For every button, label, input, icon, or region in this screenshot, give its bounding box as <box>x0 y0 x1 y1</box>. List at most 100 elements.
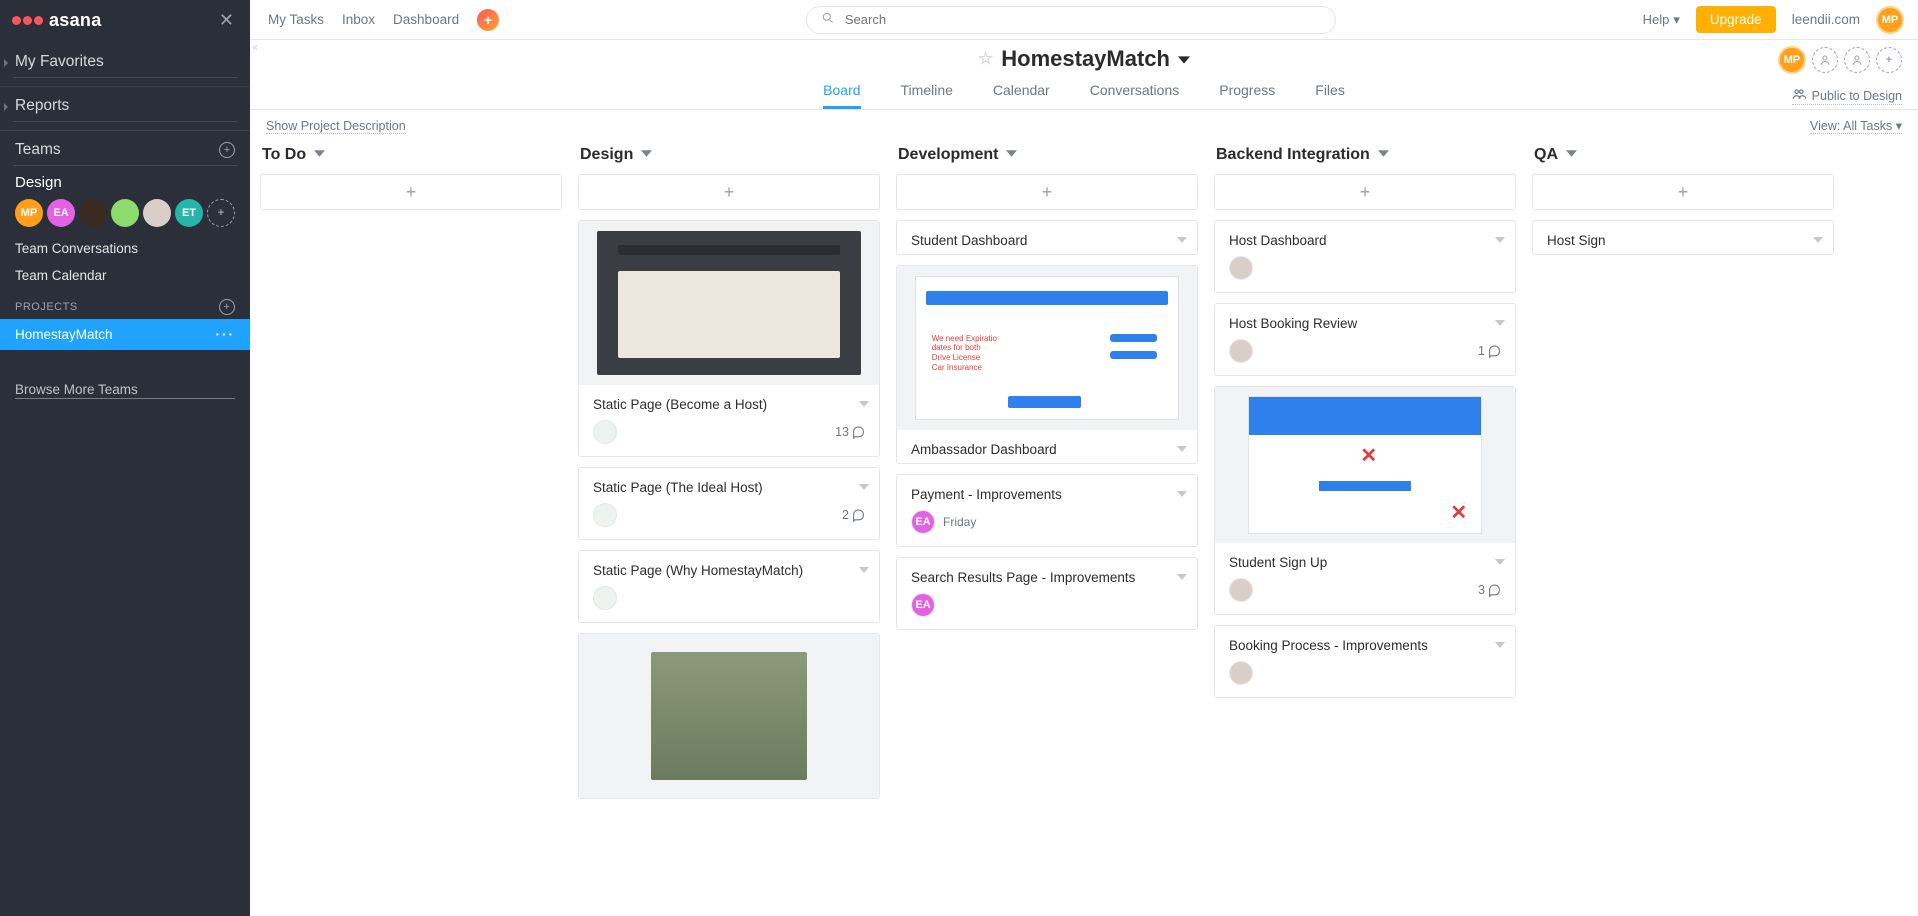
due-date: Friday <box>943 515 976 529</box>
search-box[interactable] <box>806 6 1336 34</box>
team-conversations-link[interactable]: Team Conversations <box>15 235 235 262</box>
org-name[interactable]: leendii.com <box>1792 12 1860 27</box>
user-avatar[interactable]: MP <box>1876 6 1904 34</box>
card[interactable]: Host Dashboard <box>1214 220 1516 293</box>
chevron-down-icon[interactable] <box>1177 233 1187 248</box>
favorites-header[interactable]: My Favorites <box>15 53 235 71</box>
add-team-member-button[interactable]: + <box>207 199 235 227</box>
nav-my-tasks[interactable]: My Tasks <box>268 12 324 27</box>
card[interactable]: ✕✕Student Sign Up3 <box>1214 386 1516 615</box>
comment-count[interactable]: 1 <box>1478 344 1501 358</box>
comment-count[interactable]: 13 <box>835 425 865 439</box>
assignee-avatar[interactable] <box>593 420 617 444</box>
team-calendar-link[interactable]: Team Calendar <box>15 262 235 289</box>
chevron-down-icon[interactable] <box>1495 555 1505 570</box>
card[interactable]: Booking Process - Improvements <box>1214 625 1516 698</box>
column-body[interactable]: + Static Page (Become a Host)13 Static Pa… <box>578 174 884 904</box>
card[interactable]: Static Page (Become a Host)13 <box>578 220 880 457</box>
add-card-button[interactable]: + <box>578 174 880 210</box>
assignee-avatar[interactable] <box>1229 256 1253 280</box>
column-body[interactable]: + Host Sign <box>1532 174 1838 904</box>
team-avatar[interactable] <box>143 199 171 227</box>
tab-files[interactable]: Files <box>1315 82 1345 109</box>
team-avatar[interactable]: MP <box>15 199 43 227</box>
column-header[interactable]: Development <box>896 142 1202 174</box>
chevron-down-icon[interactable] <box>859 397 869 412</box>
column-body[interactable]: + <box>260 174 566 904</box>
browse-teams-link[interactable]: Browse More Teams <box>15 382 235 399</box>
close-sidebar-icon[interactable]: ✕ <box>215 6 238 35</box>
nav-dashboard[interactable]: Dashboard <box>393 12 459 27</box>
chevron-down-icon[interactable] <box>859 563 869 578</box>
nav-inbox[interactable]: Inbox <box>342 12 375 27</box>
team-avatar[interactable]: EA <box>47 199 75 227</box>
column-header[interactable]: Backend Integration <box>1214 142 1520 174</box>
tab-timeline[interactable]: Timeline <box>901 82 953 109</box>
member-avatar[interactable]: MP <box>1778 46 1806 74</box>
chevron-down-icon[interactable] <box>1495 316 1505 331</box>
tab-board[interactable]: Board <box>823 82 860 109</box>
chevron-down-icon[interactable] <box>859 480 869 495</box>
member-placeholder-icon[interactable] <box>1844 47 1870 73</box>
card[interactable]: Static Page (Why HomestayMatch) <box>578 550 880 623</box>
assignee-avatar[interactable] <box>1229 339 1253 363</box>
assignee-avatar[interactable] <box>593 503 617 527</box>
share-link[interactable]: Public to Design <box>1792 87 1902 105</box>
team-name[interactable]: Design <box>15 174 235 191</box>
add-card-button[interactable]: + <box>260 174 562 210</box>
collapse-handle-icon[interactable]: « <box>252 42 258 53</box>
add-member-button[interactable]: + <box>1876 47 1902 73</box>
project-item-homestaymatch[interactable]: HomestayMatch ··· <box>0 319 250 350</box>
assignee-avatar[interactable]: EA <box>911 510 935 534</box>
tab-conversations[interactable]: Conversations <box>1090 82 1180 109</box>
chevron-down-icon[interactable] <box>1495 233 1505 248</box>
view-filter[interactable]: View: All Tasks ▾ <box>1810 118 1902 134</box>
card[interactable]: Search Results Page - ImprovementsEA <box>896 557 1198 630</box>
show-description-link[interactable]: Show Project Description <box>266 119 406 134</box>
card[interactable]: Static Page (The Ideal Host)2 <box>578 467 880 540</box>
add-card-button[interactable]: + <box>1214 174 1516 210</box>
assignee-avatar[interactable] <box>1229 661 1253 685</box>
tab-calendar[interactable]: Calendar <box>993 82 1050 109</box>
assignee-avatar[interactable] <box>593 586 617 610</box>
column-body[interactable]: + Student Dashboard We need Expiratiodates… <box>896 174 1202 904</box>
card[interactable]: Student Dashboard <box>896 220 1198 255</box>
search-input[interactable] <box>843 11 1321 28</box>
project-item-menu-icon[interactable]: ··· <box>216 327 236 342</box>
chevron-down-icon[interactable] <box>1177 442 1187 457</box>
star-icon[interactable]: ☆ <box>978 49 993 69</box>
add-team-button[interactable]: + <box>219 142 235 158</box>
team-avatar[interactable]: ET <box>175 199 203 227</box>
board[interactable]: To Do+Design+Static Page (Become a Host)… <box>250 142 1918 916</box>
chevron-down-icon[interactable] <box>1177 570 1187 585</box>
card[interactable]: Host Booking Review1 <box>1214 303 1516 376</box>
upgrade-button[interactable]: Upgrade <box>1696 6 1776 33</box>
add-project-button[interactable]: + <box>219 299 235 315</box>
logo[interactable]: asana <box>12 10 102 31</box>
card[interactable]: Host Sign <box>1532 220 1834 255</box>
chevron-down-icon[interactable] <box>1813 233 1823 248</box>
help-menu[interactable]: Help▾ <box>1643 12 1680 28</box>
assignee-avatar[interactable] <box>1229 578 1253 602</box>
reports-header[interactable]: Reports <box>15 97 235 115</box>
column-header[interactable]: QA <box>1532 142 1838 174</box>
assignee-avatar[interactable]: EA <box>911 593 935 617</box>
card[interactable]: Payment - ImprovementsEAFriday <box>896 474 1198 547</box>
card[interactable]: We need Expiratiodates for bothDrive Lic… <box>896 265 1198 464</box>
add-card-button[interactable]: + <box>1532 174 1834 210</box>
team-avatar[interactable] <box>111 199 139 227</box>
card[interactable] <box>578 633 880 799</box>
project-dropdown-icon[interactable] <box>1178 46 1190 72</box>
column-body[interactable]: + Host Dashboard Host Booking Review1 ✕✕St… <box>1214 174 1520 904</box>
member-placeholder-icon[interactable] <box>1812 47 1838 73</box>
chevron-down-icon[interactable] <box>1495 638 1505 653</box>
tab-progress[interactable]: Progress <box>1219 82 1275 109</box>
comment-count[interactable]: 3 <box>1478 583 1501 597</box>
add-card-button[interactable]: + <box>896 174 1198 210</box>
team-avatar[interactable] <box>79 199 107 227</box>
comment-count[interactable]: 2 <box>842 508 865 522</box>
quick-add-button[interactable]: + <box>477 9 499 31</box>
chevron-down-icon[interactable] <box>1177 487 1187 502</box>
column-header[interactable]: Design <box>578 142 884 174</box>
column-header[interactable]: To Do <box>260 142 566 174</box>
